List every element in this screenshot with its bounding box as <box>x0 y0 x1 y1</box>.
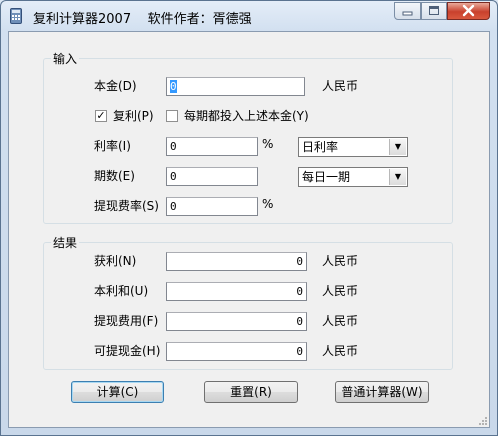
invest-each-period-label[interactable]: 每期都投入上述本金(Y) <box>184 108 309 124</box>
compound-checkbox-label[interactable]: 复利(P) <box>113 108 154 124</box>
withdraw-fee-rate-input[interactable]: 0 <box>166 197 258 216</box>
withdraw-fee-output[interactable]: 0 <box>166 312 307 331</box>
calculate-button[interactable]: 计算(C) <box>71 381 164 403</box>
maximize-icon <box>429 6 439 15</box>
principal-input[interactable]: 0 <box>166 77 305 96</box>
minimize-button[interactable] <box>394 2 421 20</box>
profit-unit: 人民币 <box>322 254 359 268</box>
rate-period-select[interactable]: 日利率 ▼ <box>298 137 408 157</box>
period-frequency-select[interactable]: 每日一期 ▼ <box>298 167 408 187</box>
periods-input[interactable]: 0 <box>166 167 258 186</box>
resize-grip-icon[interactable] <box>478 416 488 426</box>
compound-checkbox[interactable]: ✓ <box>95 110 107 122</box>
withdraw-fee-label: 提现费用(F) <box>94 314 159 328</box>
maximize-button[interactable] <box>421 2 447 20</box>
withdraw-fee-rate-unit: % <box>262 197 274 211</box>
rate-period-selected: 日利率 <box>302 140 339 154</box>
principal-value: 0 <box>170 80 177 93</box>
profit-output[interactable]: 0 <box>166 252 307 271</box>
withdraw-fee-rate-label: 提现费率(S) <box>94 199 159 213</box>
period-frequency-selected: 每日一期 <box>302 170 351 184</box>
calculator-app-icon <box>10 8 22 24</box>
total-output[interactable]: 0 <box>166 282 307 301</box>
minimize-icon <box>402 11 413 16</box>
result-group-legend: 结果 <box>51 235 80 251</box>
total-unit: 人民币 <box>322 284 359 298</box>
window-title: 复利计算器2007 软件作者：胥德强 <box>33 12 252 27</box>
profit-label: 获利(N) <box>94 254 137 268</box>
withdraw-fee-unit: 人民币 <box>322 314 359 328</box>
chevron-down-icon[interactable]: ▼ <box>389 139 406 155</box>
invest-each-period-checkbox[interactable] <box>166 110 178 122</box>
rate-unit: % <box>262 137 274 151</box>
close-icon <box>462 4 475 17</box>
withdrawable-label: 可提现金(H) <box>94 344 161 358</box>
normal-calculator-button[interactable]: 普通计算器(W) <box>335 381 429 403</box>
rate-label: 利率(I) <box>94 139 131 153</box>
withdrawable-unit: 人民币 <box>322 344 359 358</box>
chevron-down-icon[interactable]: ▼ <box>389 169 406 185</box>
app-window: 复利计算器2007 软件作者：胥德强 输入 本金(D) 0 人民币 ✓ 复利(P… <box>0 0 498 436</box>
input-group-legend: 输入 <box>51 51 80 67</box>
periods-label: 期数(E) <box>94 169 135 183</box>
rate-input[interactable]: 0 <box>166 137 258 156</box>
title-bar[interactable]: 复利计算器2007 软件作者：胥德强 <box>1 1 497 31</box>
client-area: 输入 本金(D) 0 人民币 ✓ 复利(P) 每期都投入上述本金(Y) 利率(I… <box>8 31 490 428</box>
principal-unit: 人民币 <box>322 79 359 93</box>
principal-label: 本金(D) <box>94 79 137 93</box>
total-label: 本利和(U) <box>94 284 149 298</box>
reset-button[interactable]: 重置(R) <box>204 381 298 403</box>
withdrawable-output[interactable]: 0 <box>166 342 307 361</box>
close-button[interactable] <box>447 2 490 20</box>
